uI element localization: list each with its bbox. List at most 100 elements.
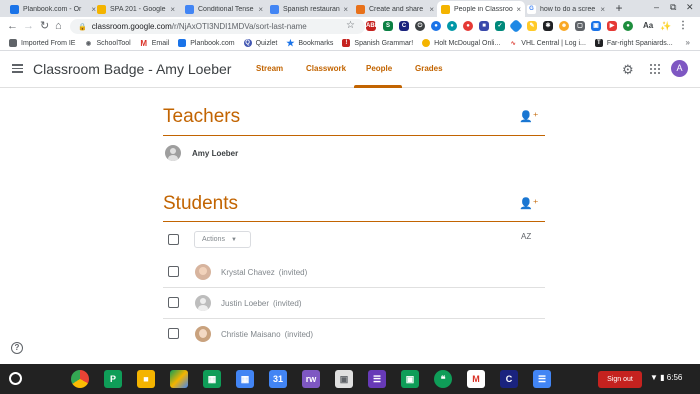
extension-icon[interactable] — [508, 18, 524, 34]
browser-tab[interactable]: Planbook.com - Or × — [6, 1, 100, 17]
browser-tab[interactable]: G how to do a scree × — [523, 1, 609, 17]
screencast-icon[interactable]: ▣ — [335, 370, 353, 388]
bookmark-imported-from-ie[interactable]: Imported From IE — [9, 39, 75, 47]
back-icon[interactable]: ← — [7, 20, 18, 33]
invite-student-icon[interactable]: 👤⁺ — [519, 197, 539, 210]
minimize-icon[interactable]: – — [654, 2, 659, 12]
wifi-icon: ▼ — [650, 373, 658, 382]
address-bar[interactable]: 🔒 classroom.google.com /r/NjAxOTI3NDI1MD… — [70, 19, 365, 34]
launcher-icon[interactable] — [9, 372, 22, 385]
extension-icon[interactable]: ✨ — [660, 21, 671, 31]
extension-icon[interactable]: ✎ — [527, 21, 537, 31]
class-title[interactable]: Classroom Badge - Amy Loeber — [33, 61, 231, 77]
bookmark-schooltool[interactable]: ◉ SchoolTool — [84, 39, 131, 47]
actions-dropdown[interactable]: Actions ▼ — [194, 231, 251, 248]
close-tab-icon[interactable]: × — [429, 5, 434, 14]
student-row: Justin Loeber (invited) — [163, 288, 545, 319]
close-window-icon[interactable]: ✕ — [686, 2, 694, 13]
student-row: Krystal Chavez (invited) — [163, 257, 545, 288]
photos-gallery-icon[interactable]: ▦ — [236, 370, 254, 388]
extension-icon[interactable]: ✱ — [543, 21, 553, 31]
browser-tab[interactable]: Conditional Tense × — [181, 1, 267, 17]
select-all-checkbox[interactable] — [168, 234, 179, 245]
bookmark-planbook[interactable]: Planbook.com — [178, 39, 235, 47]
tab-people[interactable]: People — [366, 64, 392, 73]
extension-icon[interactable]: ● — [431, 21, 441, 31]
extension-icon[interactable]: C — [399, 21, 409, 31]
invite-status: (invited) — [284, 330, 314, 339]
extension-icon[interactable]: ☻ — [559, 21, 569, 31]
browser-tab[interactable]: Spanish restaurant × — [266, 1, 352, 17]
google-calendar-icon[interactable]: 31 — [269, 370, 287, 388]
google-classroom-icon[interactable]: ▣ — [401, 370, 419, 388]
main-menu-icon[interactable] — [12, 64, 23, 73]
extension-icon[interactable]: ● — [447, 21, 457, 31]
star-icon: ★ — [286, 37, 295, 48]
extension-icon[interactable]: S — [383, 21, 393, 31]
bookmark-far-right-spaniards[interactable]: T Far-right Spaniards... — [594, 39, 673, 47]
students-divider — [163, 221, 545, 222]
browser-tab[interactable]: Create and share × — [352, 1, 438, 17]
bookmark-spanish-grammar[interactable]: ! Spanish Grammar! — [342, 39, 413, 47]
menu-kebab-icon[interactable]: ⋮ — [678, 21, 688, 31]
text-size-icon[interactable]: Aa — [643, 21, 653, 31]
extension-icon[interactable]: ▶ — [607, 21, 617, 31]
extension-icon[interactable]: ▣ — [591, 21, 601, 31]
student-name[interactable]: Krystal Chavez (invited) — [221, 268, 307, 277]
bookmark-bookmarks[interactable]: ★ Bookmarks — [286, 37, 333, 48]
adblock-icon[interactable]: ABP — [366, 21, 379, 31]
browser-tab-active[interactable]: People in Classroo × — [437, 1, 525, 17]
maximize-icon[interactable]: ⧉ — [670, 2, 676, 13]
gmail-icon[interactable]: M — [467, 370, 485, 388]
close-tab-icon[interactable]: × — [516, 5, 521, 14]
hangouts-icon[interactable]: ❝ — [434, 370, 452, 388]
bookmark-star-icon[interactable]: ☆ — [346, 20, 355, 31]
home-icon[interactable]: ⌂ — [55, 20, 62, 33]
new-tab-button[interactable]: + — [612, 1, 626, 15]
bookmark-holt-mcdougal[interactable]: Holt McDougal Onli... — [422, 39, 500, 47]
google-apps-icon[interactable] — [650, 64, 660, 74]
student-name[interactable]: Christie Maisano (invited) — [221, 330, 313, 339]
bookmark-quizlet[interactable]: Q Quizlet — [243, 39, 277, 47]
gear-icon[interactable]: ⚙ — [622, 62, 634, 78]
help-icon[interactable]: ? — [11, 342, 23, 354]
google-keep-icon[interactable]: ■ — [137, 370, 155, 388]
extension-icon[interactable]: ● — [463, 21, 473, 31]
readwrite-icon[interactable]: rw — [302, 370, 320, 388]
student-checkbox[interactable] — [168, 297, 179, 308]
extension-icon[interactable]: ■ — [479, 21, 489, 31]
planbook-app-icon[interactable]: P — [104, 370, 122, 388]
extension-icon[interactable]: ✓ — [495, 21, 505, 31]
google-docs-icon[interactable]: ☰ — [533, 370, 551, 388]
close-tab-icon[interactable]: × — [343, 5, 348, 14]
google-forms-icon[interactable]: ☰ — [368, 370, 386, 388]
tab-grades[interactable]: Grades — [415, 64, 443, 73]
chrome-icon[interactable] — [71, 370, 89, 388]
close-tab-icon[interactable]: × — [600, 5, 605, 14]
google-sheets-icon[interactable]: ▦ — [203, 370, 221, 388]
close-tab-icon[interactable]: × — [258, 5, 263, 14]
student-checkbox[interactable] — [168, 328, 179, 339]
teacher-name[interactable]: Amy Loeber — [192, 149, 238, 158]
system-tray[interactable]: ▼ ▮ 6:56 — [650, 373, 682, 382]
tab-classwork[interactable]: Classwork — [306, 64, 346, 73]
bookmark-email[interactable]: M Email — [140, 39, 169, 48]
extension-icon[interactable]: ● — [623, 21, 633, 31]
bookmarks-overflow-icon[interactable]: » — [686, 38, 690, 47]
power-icon[interactable]: ⏻ — [415, 21, 425, 31]
account-avatar[interactable]: A — [671, 60, 688, 77]
extension-icon[interactable]: ▢ — [575, 21, 585, 31]
student-checkbox[interactable] — [168, 266, 179, 277]
tab-stream[interactable]: Stream — [256, 64, 283, 73]
bookmark-vhl-central[interactable]: ∿ VHL Central | Log i... — [509, 39, 586, 47]
clever-icon[interactable]: C — [500, 370, 518, 388]
google-drive-icon[interactable] — [170, 370, 188, 388]
sign-out-button[interactable]: Sign out — [598, 371, 642, 388]
close-tab-icon[interactable]: × — [170, 5, 175, 14]
reload-icon[interactable]: ↻ — [40, 20, 49, 33]
invite-teacher-icon[interactable]: 👤⁺ — [519, 110, 539, 123]
sort-icon[interactable]: AZ — [521, 232, 531, 241]
student-name[interactable]: Justin Loeber (invited) — [221, 299, 301, 308]
forward-icon[interactable]: → — [23, 20, 34, 33]
browser-tab[interactable]: SPA 201 - Google S × — [93, 1, 179, 17]
